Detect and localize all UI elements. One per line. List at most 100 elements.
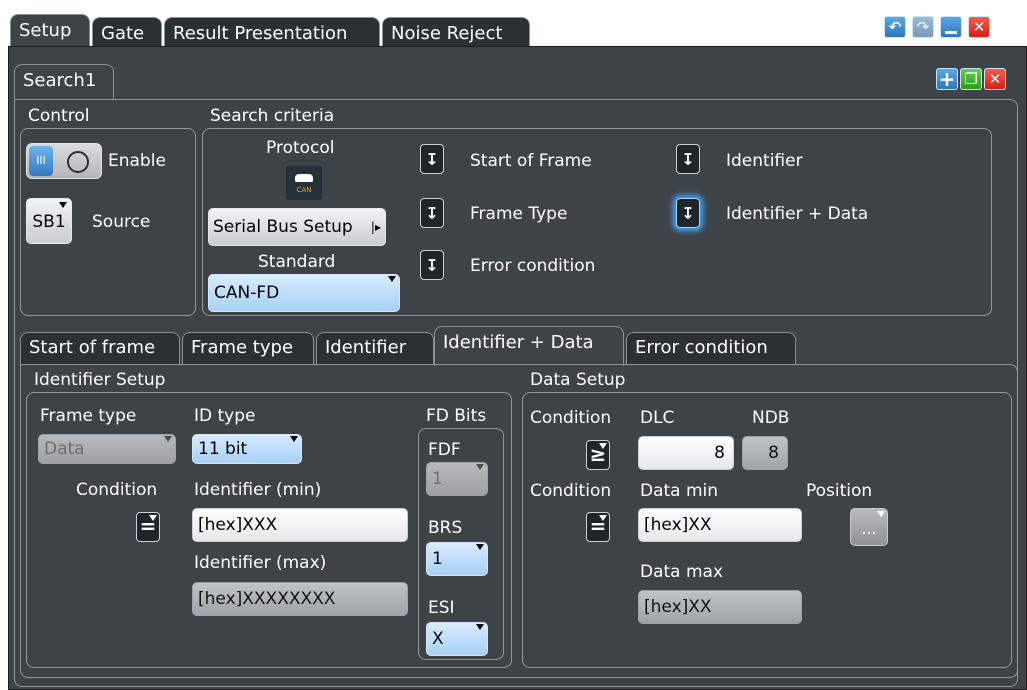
tab-search1[interactable]: Search1	[14, 64, 114, 100]
data-condition-button[interactable]: ≥	[586, 440, 610, 470]
standard-select[interactable]: CAN-FD	[208, 274, 400, 312]
data-condition2-label: Condition	[530, 481, 612, 501]
brs-select[interactable]: 1	[426, 542, 488, 576]
car-icon	[295, 174, 313, 182]
close-button[interactable]: ✕	[968, 16, 990, 38]
id-min-input[interactable]: [hex]XXX	[192, 508, 408, 542]
tab-setup[interactable]: Setup	[10, 14, 90, 50]
protocol-label: Protocol	[266, 138, 335, 158]
data-condition-label: Condition	[530, 408, 612, 428]
chevron-down-icon	[476, 544, 484, 550]
dlc-label: DLC	[640, 408, 675, 428]
chevron-down-icon	[164, 436, 172, 442]
add-search-button[interactable]: +	[936, 67, 958, 91]
position-label: Position	[806, 481, 873, 501]
id-condition-button[interactable]: =	[136, 512, 160, 542]
serial-bus-setup-button[interactable]: Serial Bus Setup |▸	[208, 208, 386, 246]
redo-button[interactable]: ↷	[912, 16, 934, 38]
data-setup-title: Data Setup	[530, 370, 626, 390]
chevron-down-icon	[149, 515, 157, 521]
ndb-input: 8	[742, 436, 788, 470]
ellipsis-icon: ...	[861, 519, 877, 538]
ndb-value: 8	[768, 443, 779, 463]
delete-search-button[interactable]: ✕	[984, 68, 1006, 90]
arrow-down-icon: ↧	[425, 255, 439, 275]
ndb-label: NDB	[752, 408, 790, 428]
standard-label: Standard	[258, 252, 336, 272]
standard-value: CAN-FD	[214, 283, 280, 303]
fd-bits-label: FD Bits	[426, 406, 487, 426]
copy-icon: ❐	[964, 70, 978, 88]
identifier-button[interactable]: ↧	[676, 144, 700, 174]
esi-value: X	[432, 629, 444, 649]
tab-error-condition[interactable]: Error condition	[626, 332, 796, 364]
brs-label: BRS	[428, 518, 463, 538]
position-button[interactable]: ...	[850, 508, 888, 546]
arrow-down-icon: ↧	[425, 203, 439, 223]
tab-identifier[interactable]: Identifier	[316, 332, 434, 364]
chevron-down-icon	[599, 443, 607, 449]
plus-icon: +	[938, 67, 956, 91]
tab-frame-type[interactable]: Frame type	[182, 332, 314, 364]
dlc-input[interactable]: 8	[638, 436, 734, 470]
chevron-down-icon	[877, 511, 885, 517]
chevron-down-icon	[290, 436, 298, 442]
identifier-label: Identifier	[726, 151, 803, 171]
esi-select[interactable]: X	[426, 622, 488, 656]
id-max-label: Identifier (max)	[194, 553, 327, 573]
identifier-data-label: Identifier + Data	[726, 204, 869, 224]
arrow-down-icon: ↧	[681, 203, 695, 223]
identifier-data-button[interactable]: ↧	[676, 198, 700, 228]
brs-value: 1	[432, 549, 443, 569]
enable-label: Enable	[108, 151, 166, 171]
minimize-icon	[945, 30, 957, 34]
frame-type-value: Data	[44, 439, 85, 459]
undo-button[interactable]: ↶	[884, 16, 906, 38]
arrow-down-icon: ↧	[425, 149, 439, 169]
id-max-input[interactable]: [hex]XXXXXXXX	[192, 582, 408, 616]
search-criteria-title: Search criteria	[210, 106, 335, 126]
serial-bus-setup-label: Serial Bus Setup	[213, 217, 353, 237]
minimize-button[interactable]	[940, 16, 962, 38]
tab-identifier-data[interactable]: Identifier + Data	[434, 326, 624, 366]
id-condition-label: Condition	[76, 480, 158, 500]
data-max-input[interactable]: [hex]XX	[638, 590, 802, 624]
window-title: Search	[818, 14, 888, 35]
data-max-label: Data max	[640, 562, 724, 582]
redo-icon: ↷	[916, 18, 930, 36]
protocol-button[interactable]: CAN	[286, 166, 322, 200]
error-condition-button[interactable]: ↧	[420, 250, 444, 280]
id-type-select[interactable]: 11 bit	[192, 434, 302, 464]
id-type-value: 11 bit	[198, 439, 248, 459]
arrow-down-icon: ↧	[681, 149, 695, 169]
chevron-down-icon	[476, 624, 484, 630]
frame-type-button[interactable]: ↧	[420, 198, 444, 228]
source-button[interactable]: SB1	[26, 198, 72, 244]
start-of-frame-button[interactable]: ↧	[420, 144, 444, 174]
data-min-label: Data min	[640, 481, 719, 501]
enable-toggle[interactable]: III	[26, 143, 102, 179]
start-of-frame-label: Start of Frame	[470, 151, 592, 171]
control-title: Control	[28, 106, 90, 126]
source-dropdown-icon	[59, 202, 67, 208]
chevron-down-icon	[388, 276, 396, 282]
fdf-value: 1	[432, 469, 443, 489]
source-value: SB1	[32, 212, 66, 232]
frame-type-label: Frame Type	[470, 204, 568, 224]
source-label: Source	[92, 212, 151, 232]
data-condition2-button[interactable]: =	[586, 512, 610, 542]
id-min-label: Identifier (min)	[194, 480, 322, 500]
fdf-label: FDF	[428, 440, 461, 460]
data-min-input[interactable]: [hex]XX	[638, 508, 802, 542]
tab-start-of-frame[interactable]: Start of frame	[20, 332, 180, 364]
copy-search-button[interactable]: ❐	[960, 68, 982, 90]
submenu-arrow-icon: |▸	[370, 220, 381, 234]
frame-type-select[interactable]: Data	[38, 434, 176, 464]
delete-icon: ✕	[988, 70, 1002, 88]
id-type-label: ID type	[194, 406, 256, 426]
toggle-knob	[67, 151, 89, 173]
undo-icon: ↶	[888, 18, 902, 36]
chevron-down-icon	[599, 515, 607, 521]
fdf-select[interactable]: 1	[426, 462, 488, 496]
chevron-down-icon	[476, 464, 484, 470]
